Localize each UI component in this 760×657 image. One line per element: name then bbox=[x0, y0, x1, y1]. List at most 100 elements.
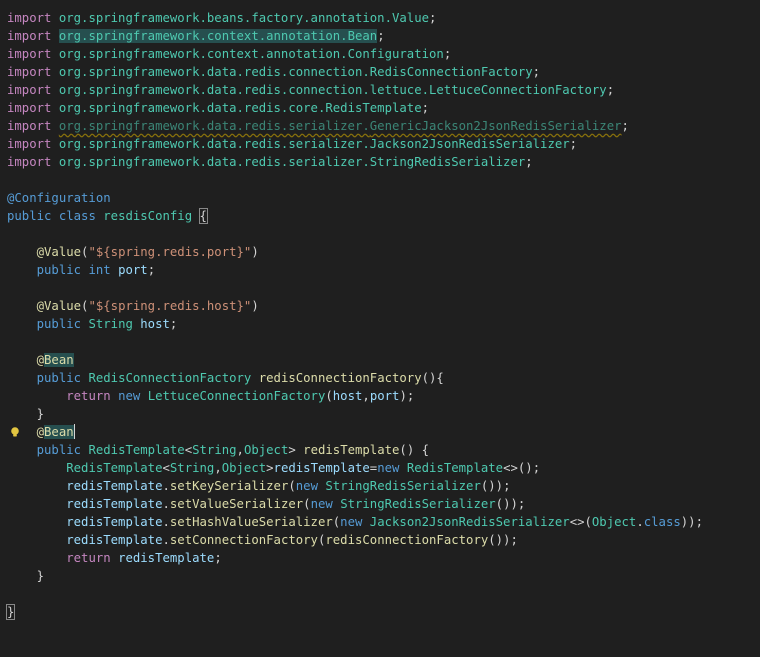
import-line: import org.springframework.context.annot… bbox=[0, 45, 760, 63]
method-call: setConnectionFactory bbox=[169, 533, 318, 547]
import-class: RedisConnectionFactory bbox=[369, 65, 533, 79]
import-package: org.springframework.beans.factory.annota… bbox=[58, 11, 392, 25]
import-package: org.springframework.data.redis.connectio… bbox=[58, 65, 370, 79]
import-line: import org.springframework.data.redis.co… bbox=[0, 63, 760, 81]
argument: port bbox=[369, 389, 400, 403]
import-class: GenericJackson2JsonRedisSerializer bbox=[369, 119, 622, 133]
type: Object bbox=[221, 461, 267, 475]
variable: redisTemplate bbox=[273, 461, 370, 475]
type: RedisTemplate bbox=[66, 461, 163, 475]
method-call: setHashValueSerializer bbox=[169, 515, 333, 529]
method-name: redisTemplate bbox=[303, 443, 400, 457]
type: String bbox=[169, 461, 215, 475]
type: String bbox=[192, 443, 237, 457]
field-name: host bbox=[140, 317, 170, 331]
import-line: import org.springframework.data.redis.se… bbox=[0, 135, 760, 153]
import-package: org.springframework.data.redis.serialize… bbox=[58, 137, 370, 151]
import-package: org.springframework.data.redis.serialize… bbox=[58, 155, 370, 169]
code-line: @Value("${spring.redis.host}") bbox=[36, 299, 259, 313]
semicolon: ; bbox=[532, 65, 541, 79]
annotation: Bean bbox=[44, 353, 74, 367]
type: StringRedisSerializer bbox=[325, 479, 481, 493]
annotation-at: @ bbox=[36, 353, 45, 367]
keyword: class bbox=[643, 515, 681, 529]
method-call: redisConnectionFactory bbox=[325, 533, 489, 547]
semicolon: ; bbox=[569, 137, 578, 151]
variable: redisTemplate bbox=[66, 533, 163, 547]
type: StringRedisSerializer bbox=[340, 497, 496, 511]
code-line: public int port; bbox=[36, 263, 156, 277]
code-line: RedisTemplate<String,Object>redisTemplat… bbox=[66, 461, 541, 475]
code-editor[interactable]: import org.springframework.beans.factory… bbox=[0, 0, 760, 641]
import-line: import org.springframework.data.redis.co… bbox=[0, 81, 760, 99]
type: Object bbox=[591, 515, 637, 529]
semicolon: ; bbox=[621, 119, 629, 133]
import-package: org.springframework.context.annotation. bbox=[58, 29, 348, 43]
code-line: public String host; bbox=[36, 317, 178, 331]
import-line: import org.springframework.context.annot… bbox=[0, 27, 760, 45]
import-line: import org.springframework.data.redis.se… bbox=[0, 153, 760, 171]
return-type: RedisTemplate bbox=[88, 443, 185, 457]
import-keyword: import bbox=[7, 137, 52, 151]
import-class: Value bbox=[391, 11, 430, 25]
import-class: RedisTemplate bbox=[325, 101, 422, 115]
semicolon: ; bbox=[525, 155, 533, 169]
import-class: Jackson2JsonRedisSerializer bbox=[369, 137, 570, 151]
class-name: resdisConfig bbox=[103, 209, 193, 223]
code-line: redisTemplate.setKeySerializer(new Strin… bbox=[66, 479, 511, 493]
import-package: org.springframework.context.annotation. bbox=[58, 47, 348, 61]
import-line: import org.springframework.beans.factory… bbox=[0, 9, 760, 27]
keyword: return bbox=[66, 551, 111, 565]
keyword: new bbox=[377, 461, 400, 475]
variable: redisTemplate bbox=[118, 551, 215, 565]
semicolon: ; bbox=[421, 101, 430, 115]
constructor: LettuceConnectionFactory bbox=[147, 389, 326, 403]
semicolon: ; bbox=[606, 83, 615, 97]
keyword: public bbox=[36, 317, 82, 331]
import-keyword: import bbox=[7, 155, 52, 169]
keyword: public bbox=[36, 371, 82, 385]
type: String bbox=[88, 317, 133, 331]
import-package: org.springframework.data.redis.core. bbox=[58, 101, 326, 115]
import-line: import org.springframework.data.redis.co… bbox=[0, 99, 760, 117]
code-line: return new LettuceConnectionFactory(host… bbox=[66, 389, 415, 403]
import-keyword: import bbox=[7, 83, 52, 97]
code-line-current: @Bean bbox=[0, 423, 760, 441]
punctuation: (){ bbox=[421, 371, 444, 385]
code-line: @Configuration bbox=[0, 189, 760, 207]
type: Jackson2JsonRedisSerializer bbox=[369, 515, 570, 529]
close-brace: } bbox=[36, 569, 45, 583]
annotation: @Configuration bbox=[7, 191, 111, 205]
import-package: org.springframework.data.redis.connectio… bbox=[58, 83, 429, 97]
keyword: class bbox=[58, 209, 96, 223]
method-call: setValueSerializer bbox=[169, 497, 304, 511]
keyword: new bbox=[340, 515, 363, 529]
code-line: redisTemplate.setValueSerializer(new Str… bbox=[66, 497, 526, 511]
annotation: Bean bbox=[44, 425, 74, 439]
import-class: Configuration bbox=[347, 47, 444, 61]
type: int bbox=[88, 263, 111, 277]
close-brace: } bbox=[5, 604, 16, 620]
variable: redisTemplate bbox=[66, 515, 163, 529]
method-call: setKeySerializer bbox=[169, 479, 289, 493]
import-keyword: import bbox=[7, 47, 52, 61]
import-line: import org.springframework.data.redis.se… bbox=[0, 117, 760, 135]
string-literal: "${spring.redis.host}" bbox=[88, 299, 252, 313]
semicolon: ; bbox=[377, 29, 385, 43]
annotation: @Value bbox=[36, 299, 82, 313]
code-line: public class resdisConfig { bbox=[0, 207, 760, 225]
field-name: port bbox=[118, 263, 148, 277]
annotation-at: @ bbox=[36, 425, 45, 439]
code-line: redisTemplate.setConnectionFactory(redis… bbox=[66, 533, 518, 547]
open-brace: { bbox=[198, 208, 208, 224]
import-keyword: import bbox=[7, 101, 52, 115]
keyword: public bbox=[36, 263, 82, 277]
keyword: public bbox=[7, 209, 52, 223]
code-line: } bbox=[0, 603, 760, 621]
keyword: new bbox=[310, 497, 333, 511]
punctuation: () { bbox=[399, 443, 430, 457]
string-literal: "${spring.redis.port}" bbox=[88, 245, 252, 259]
semicolon: ; bbox=[443, 47, 452, 61]
close-brace: } bbox=[36, 407, 45, 421]
code-line: public RedisConnectionFactory redisConne… bbox=[0, 369, 760, 387]
